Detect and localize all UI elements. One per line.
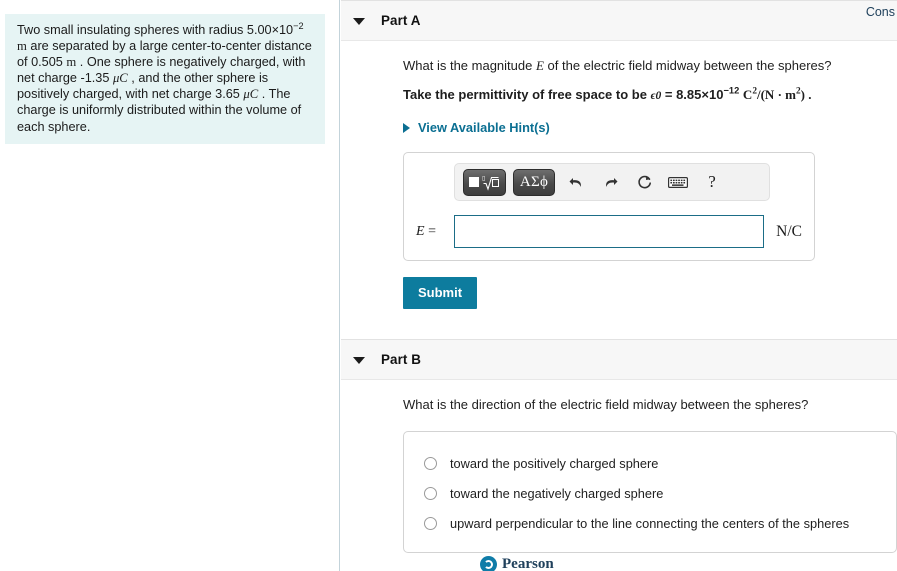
part-a-permittivity-note: Take the permittivity of free space to b… — [403, 74, 897, 105]
page-root: Two small insulating spheres with radius… — [0, 0, 897, 571]
permittivity-unit-rest: /(N · m — [756, 87, 796, 102]
part-b-question: What is the direction of the electric fi… — [403, 397, 809, 412]
part-b-options: toward the positively charged sphere tow… — [403, 431, 897, 553]
radio-icon[interactable] — [424, 516, 437, 530]
part-a-question-pre: What is the magnitude — [403, 58, 536, 73]
permittivity-symbol: ϵ0 — [650, 90, 662, 102]
submit-button[interactable]: Submit — [403, 277, 478, 309]
option-row[interactable]: toward the positively charged sphere — [404, 448, 896, 478]
redo-icon[interactable] — [596, 169, 624, 195]
part-b-title: Part B — [381, 352, 422, 367]
permittivity-pre: Take the permittivity of free space to b… — [403, 87, 651, 102]
chevron-down-icon[interactable] — [353, 356, 365, 364]
part-b-header[interactable]: Part B — [341, 339, 897, 380]
pearson-wordmark: Pearson — [502, 556, 554, 571]
permittivity-exponent: −12 — [723, 85, 740, 96]
greek-symbols-button[interactable]: ΑΣϕ — [513, 168, 555, 196]
option-row[interactable]: toward the negatively charged sphere — [404, 478, 896, 508]
help-icon[interactable]: ? — [698, 169, 726, 195]
answer-row: E = N/C — [416, 215, 802, 248]
problem-unit-m-1: m — [17, 39, 27, 54]
pearson-logo: Pearson — [480, 556, 554, 571]
nth-root-button[interactable]: ▯ — [463, 168, 506, 196]
view-hints-toggle[interactable]: View Available Hint(s) — [403, 105, 550, 135]
part-b-body: What is the direction of the electric fi… — [341, 380, 897, 553]
constants-link[interactable]: Cons — [866, 5, 895, 19]
part-a-question-variable: E — [535, 58, 544, 73]
option-label: toward the negatively charged sphere — [450, 485, 664, 501]
template-square-icon — [469, 177, 479, 187]
problem-pane: Two small insulating spheres with radius… — [0, 0, 340, 571]
view-hints-label: View Available Hint(s) — [418, 120, 550, 135]
part-a-question: What is the magnitude E of the electric … — [403, 41, 897, 74]
svg-text:▯: ▯ — [482, 176, 485, 182]
chevron-right-icon — [403, 122, 410, 133]
option-label: upward perpendicular to the line connect… — [450, 515, 850, 531]
permittivity-unit-close: ) . — [800, 87, 812, 102]
undo-icon[interactable] — [562, 169, 590, 195]
keyboard-icon[interactable] — [664, 169, 692, 195]
permittivity-unit-c: C — [742, 87, 753, 102]
problem-statement: Two small insulating spheres with radius… — [5, 14, 325, 144]
problem-text-1: Two small insulating spheres with radius… — [17, 23, 294, 37]
problem-unit-microcoulomb-2: μC — [243, 87, 259, 102]
help-label: ? — [708, 172, 716, 191]
problem-radius-exponent: −2 — [293, 20, 304, 31]
part-a-body: What is the magnitude E of the electric … — [341, 41, 897, 309]
greek-symbols-label: ΑΣϕ — [519, 173, 549, 190]
answer-unit: N/C — [776, 222, 802, 240]
answer-label: E = — [416, 223, 436, 239]
option-label: toward the positively charged sphere — [450, 455, 659, 471]
sqrt-icon: ▯ — [482, 176, 499, 191]
permittivity-value: = 8.85×10 — [661, 87, 724, 102]
radio-icon[interactable] — [424, 486, 437, 500]
content-pane: Cons Part A What is the magnitude E of t… — [341, 0, 897, 571]
answer-input[interactable] — [453, 215, 765, 248]
problem-unit-m-2: m — [66, 55, 77, 70]
option-row[interactable]: upward perpendicular to the line connect… — [404, 508, 896, 538]
pearson-mark-icon — [480, 556, 497, 571]
part-a-answer-box: ▯ ΑΣϕ ? E = N/C — [403, 152, 815, 261]
top-bar: Cons — [341, 0, 897, 27]
problem-unit-microcoulomb-1: μC — [112, 71, 128, 86]
radio-icon[interactable] — [424, 456, 437, 470]
part-a-question-post: of the electric field midway between the… — [543, 58, 832, 73]
reset-icon[interactable] — [630, 169, 658, 195]
math-toolbar: ▯ ΑΣϕ ? — [454, 163, 770, 201]
